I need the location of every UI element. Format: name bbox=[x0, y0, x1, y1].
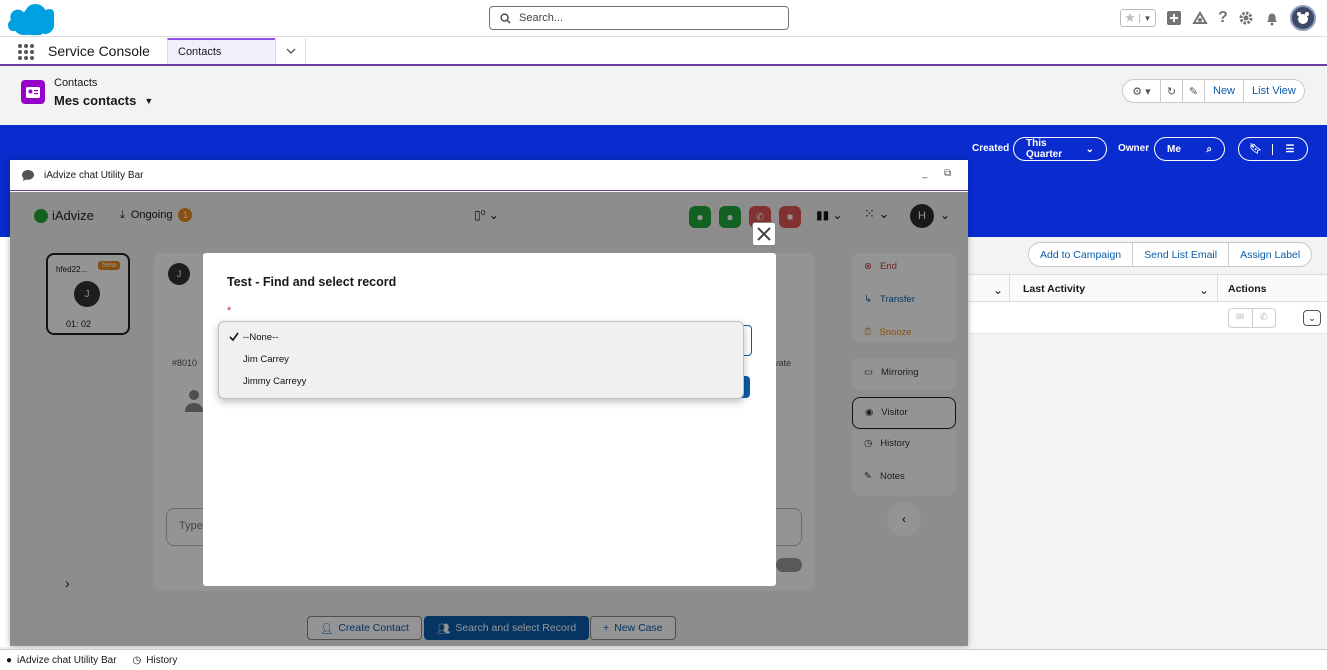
list-view-controls: ⚙ ▾ ↻ ✎ New List View bbox=[1122, 79, 1305, 103]
record-options-dropdown: --None-- Jim Carrey Jimmy Carreyy bbox=[218, 321, 744, 399]
list-view-name: Mes contacts bbox=[54, 93, 137, 108]
gear-icon[interactable] bbox=[1238, 10, 1254, 26]
list-settings-button[interactable]: ⚙ ▾ bbox=[1123, 80, 1161, 102]
caret-down-icon[interactable]: ▼ bbox=[144, 96, 153, 106]
chevron-down-icon[interactable]: ▼ bbox=[1139, 13, 1155, 23]
send-list-email-button[interactable]: Send List Email bbox=[1133, 243, 1230, 266]
utility-bar: ● iAdvize chat Utility Bar ◷ History bbox=[0, 649, 1327, 670]
owner-filter-pill[interactable]: Me ⌕ bbox=[1154, 137, 1225, 161]
favorites-button[interactable]: ★ ▼ bbox=[1120, 9, 1156, 27]
inline-edit-button[interactable]: ✎ bbox=[1183, 80, 1205, 102]
filter-icon[interactable]: ☰ bbox=[1273, 144, 1307, 155]
close-icon[interactable] bbox=[756, 226, 772, 242]
modal-title: Test - Find and select record bbox=[227, 275, 397, 289]
app-navigation-bar: Service Console Contacts bbox=[0, 37, 1327, 66]
gear-icon[interactable]: ⚙ ▾ bbox=[1132, 85, 1150, 98]
search-placeholder: Search... bbox=[519, 12, 564, 24]
table-header: ⌄ Last Activity ⌄ Actions bbox=[969, 274, 1327, 302]
contact-object-icon bbox=[21, 80, 45, 104]
column-divider bbox=[1009, 275, 1010, 302]
option-label: --None-- bbox=[243, 331, 279, 343]
new-button[interactable]: New bbox=[1205, 80, 1245, 102]
app-name: Service Console bbox=[48, 43, 150, 59]
filter-actions: 🔖︎ ☰ bbox=[1238, 137, 1308, 161]
utility-panel-title: iAdvize chat Utility Bar bbox=[44, 169, 144, 181]
list-view-button[interactable]: List View bbox=[1244, 80, 1304, 102]
option-jimmy-carreyy[interactable]: Jimmy Carreyy bbox=[219, 370, 743, 392]
search-icon bbox=[500, 12, 511, 24]
help-icon[interactable]: ? bbox=[1218, 9, 1228, 27]
pop-out-icon[interactable]: ⧉ bbox=[944, 168, 951, 179]
modal-close-button[interactable] bbox=[752, 222, 776, 246]
utility-item-label: History bbox=[146, 654, 178, 666]
table-row: ✉ ✆ ⌄ bbox=[969, 302, 1327, 334]
utility-item-history[interactable]: ◷ History bbox=[125, 655, 186, 666]
refresh-icon[interactable]: ↻ bbox=[1167, 85, 1176, 98]
utility-item-iadvize[interactable]: ● iAdvize chat Utility Bar bbox=[0, 655, 125, 666]
chat-icon: ● bbox=[6, 654, 13, 666]
email-icon[interactable]: ✉ bbox=[1229, 309, 1253, 327]
created-filter-value: This Quarter bbox=[1026, 138, 1063, 160]
utility-item-label: iAdvize chat Utility Bar bbox=[17, 654, 117, 666]
created-filter-label: Created bbox=[972, 143, 1010, 154]
list-action-buttons: Add to Campaign Send List Email Assign L… bbox=[1028, 242, 1313, 267]
chevron-down-icon[interactable]: ⌄ bbox=[993, 283, 1003, 297]
option-label: Jim Carrey bbox=[243, 353, 289, 365]
list-view-selector[interactable]: Mes contacts ▼ bbox=[54, 93, 153, 108]
salesforce-logo-icon[interactable] bbox=[8, 3, 54, 35]
phone-icon[interactable]: ✆ bbox=[1253, 309, 1276, 327]
row-quick-actions: ✉ ✆ bbox=[1228, 308, 1276, 328]
column-actions: Actions bbox=[1228, 283, 1267, 295]
minimize-icon[interactable]: _ bbox=[922, 168, 928, 179]
add-icon[interactable] bbox=[1166, 10, 1182, 26]
row-actions-menu[interactable]: ⌄ bbox=[1303, 310, 1321, 326]
tab-contacts[interactable]: Contacts bbox=[167, 38, 275, 64]
object-label: Contacts bbox=[54, 77, 98, 89]
owner-filter-label: Owner bbox=[1118, 143, 1150, 154]
owner-filter-value: Me bbox=[1167, 143, 1181, 155]
column-last-activity[interactable]: Last Activity bbox=[1023, 283, 1085, 295]
checkmark-icon bbox=[229, 332, 239, 342]
add-to-campaign-button[interactable]: Add to Campaign bbox=[1029, 243, 1134, 266]
chevron-down-icon[interactable]: ⌄ bbox=[1086, 144, 1094, 155]
chevron-down-icon[interactable]: ⌄ bbox=[1199, 283, 1209, 297]
find-record-modal: Test - Find and select record * bbox=[203, 253, 776, 586]
list-view-header: Contacts Mes contacts ▼ ⚙ ▾ ↻ ✎ New List… bbox=[0, 68, 1327, 125]
global-search-input[interactable]: Search... bbox=[489, 6, 789, 30]
trailhead-icon[interactable] bbox=[1192, 10, 1208, 26]
header-utilities: ★ ▼ ? bbox=[1120, 4, 1316, 32]
bookmark-icon[interactable]: 🔖︎ bbox=[1239, 143, 1273, 155]
created-filter-pill[interactable]: This Quarter ⌄ bbox=[1013, 137, 1107, 161]
assign-label-button[interactable]: Assign Label bbox=[1229, 243, 1311, 266]
star-icon[interactable]: ★ bbox=[1121, 10, 1139, 26]
tab-menu-button[interactable] bbox=[275, 38, 306, 64]
option-none[interactable]: --None-- bbox=[219, 326, 743, 348]
refresh-button[interactable]: ↻ bbox=[1161, 80, 1183, 102]
option-jim-carrey[interactable]: Jim Carrey bbox=[219, 348, 743, 370]
chat-icon bbox=[22, 169, 34, 181]
chevron-down-icon[interactable] bbox=[286, 48, 296, 54]
user-avatar[interactable] bbox=[1289, 5, 1316, 31]
required-indicator: * bbox=[227, 305, 232, 317]
global-header: Search... ★ ▼ ? bbox=[0, 0, 1327, 37]
clock-icon: ◷ bbox=[132, 654, 142, 666]
page-edge bbox=[0, 237, 10, 647]
bell-icon[interactable] bbox=[1264, 10, 1280, 26]
search-icon[interactable]: ⌕ bbox=[1206, 144, 1212, 155]
column-divider bbox=[1217, 275, 1218, 302]
app-launcher-icon[interactable] bbox=[18, 44, 34, 60]
pencil-icon[interactable]: ✎ bbox=[1189, 85, 1198, 98]
option-label: Jimmy Carreyy bbox=[243, 375, 307, 387]
utility-panel-header: iAdvize chat Utility Bar _ ⧉ bbox=[10, 160, 968, 191]
